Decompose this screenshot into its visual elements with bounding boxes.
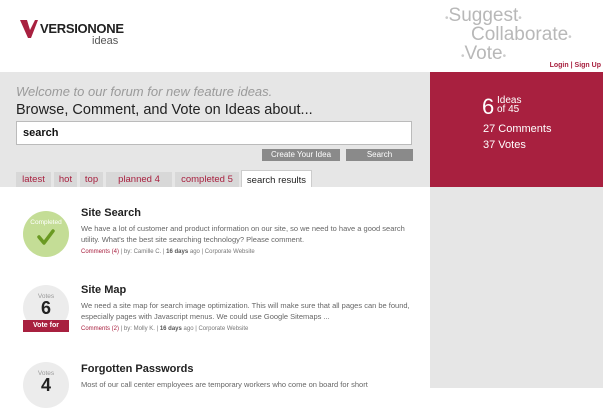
idea-meta: Comments (2) | by: Molly K. | 16 days ag… <box>81 326 249 332</box>
auth-separator: | <box>570 62 573 69</box>
idea-title[interactable]: Forgotten Passwords <box>81 363 193 375</box>
votes-badge: Votes 4 <box>23 362 69 408</box>
logo-chevron-icon <box>20 20 38 38</box>
tab-latest[interactable]: latest <box>16 172 51 187</box>
sidebar <box>430 187 603 388</box>
ideas-label: Ideas of 45 <box>497 95 522 115</box>
vote-count: 4 <box>40 375 51 395</box>
idea-title[interactable]: Site Map <box>81 284 126 296</box>
create-idea-button[interactable]: Create Your Idea <box>262 149 340 161</box>
auth-links: Login | Sign Up <box>550 62 601 69</box>
tab-planned-count: 4 <box>154 174 160 185</box>
comments-link[interactable]: Comments (2) <box>81 326 119 332</box>
idea-title[interactable]: Site Search <box>81 207 141 219</box>
idea-category[interactable]: Corporate Website <box>198 326 248 332</box>
votes-count: 37 Votes <box>483 139 526 151</box>
vote-for-button[interactable]: Vote for <box>23 320 69 332</box>
tab-planned[interactable]: planned 4 <box>106 172 172 187</box>
tab-completed-count: 5 <box>227 174 233 185</box>
tagline-vote: •Vote• <box>461 43 507 64</box>
versionone-logo[interactable]: VERSIONONE ideas <box>20 16 160 47</box>
idea-description: We have a lot of customer and product in… <box>81 224 405 244</box>
completed-badge: Completed <box>23 211 69 257</box>
idea-description: We need a site map for search image opti… <box>81 301 410 321</box>
search-button[interactable]: Search <box>346 149 413 161</box>
idea-list: Completed Site Search We have a lot of c… <box>0 187 430 408</box>
idea-category[interactable]: Corporate Website <box>205 249 255 255</box>
logo-sub: ideas <box>92 35 119 47</box>
login-link[interactable]: Login <box>550 62 569 69</box>
browse-heading: Browse, Comment, and Vote on Ideas about… <box>16 102 313 118</box>
comments-count: 27 Comments <box>483 123 552 135</box>
vote-count: 6 <box>40 298 51 318</box>
signup-link[interactable]: Sign Up <box>575 62 601 69</box>
ideas-count: 6 <box>482 94 495 119</box>
tab-completed[interactable]: completed 5 <box>175 172 239 187</box>
stats-panel: 6 Ideas of 45 27 Comments 37 Votes <box>430 72 603 187</box>
checkmark-icon <box>37 229 55 245</box>
logo-name: VERSIONONE <box>40 21 124 36</box>
search-input[interactable] <box>16 121 412 145</box>
tab-search-results[interactable]: search results <box>241 170 312 187</box>
comments-link[interactable]: Comments (4) <box>81 249 119 255</box>
welcome-text: Welcome to our forum for new feature ide… <box>16 84 273 99</box>
idea-meta: Comments (4) | by: Camille C. | 16 days … <box>81 249 255 255</box>
status-label: Completed <box>30 219 62 226</box>
header: VERSIONONE ideas •Suggest• Collaborate• … <box>0 0 603 72</box>
tab-hot[interactable]: hot <box>54 172 77 187</box>
tab-top[interactable]: top <box>80 172 103 187</box>
hero-search-panel: Welcome to our forum for new feature ide… <box>0 72 430 187</box>
idea-description: Most of our call center employees are te… <box>81 380 368 389</box>
tagline: •Suggest• Collaborate• •Vote• <box>445 6 595 66</box>
